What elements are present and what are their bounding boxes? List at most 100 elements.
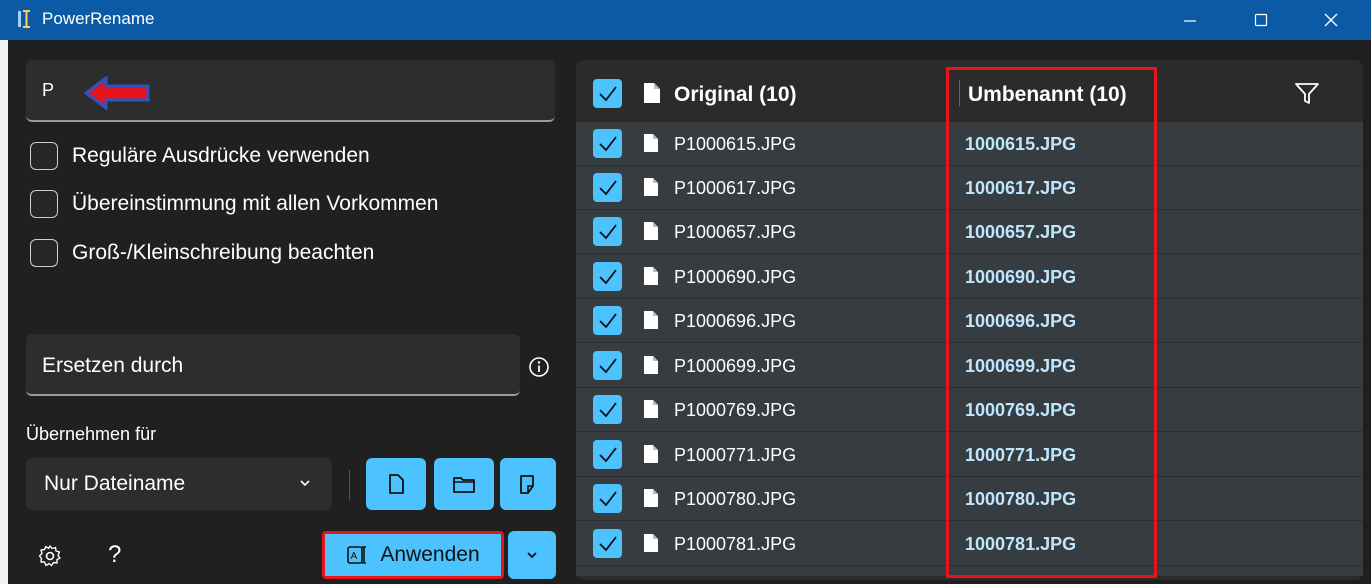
row-checkbox[interactable] <box>593 262 622 291</box>
checkmark-icon <box>598 223 617 239</box>
file-icon <box>644 356 658 374</box>
table-row[interactable]: P1000615.JPG 1000615.JPG <box>576 122 1363 166</box>
replace-input[interactable]: Ersetzen durch <box>26 334 520 396</box>
option-label: Übereinstimmung mit allen Vorkommen <box>72 192 439 215</box>
row-checkbox[interactable] <box>593 484 622 513</box>
header-original[interactable]: Original (10) <box>674 83 797 107</box>
renamed-filename: 1000781.JPG <box>965 534 1077 554</box>
row-checkbox[interactable] <box>593 173 622 202</box>
original-filename: P1000617.JPG <box>674 178 797 198</box>
renamed-filename: 1000617.JPG <box>965 178 1077 198</box>
row-checkbox[interactable] <box>593 217 622 246</box>
select-all-checkbox[interactable] <box>593 79 622 108</box>
chevron-down-icon <box>527 552 537 559</box>
minimize-button[interactable] <box>1155 0 1225 40</box>
checkmark-icon <box>598 357 617 373</box>
include-files-button[interactable] <box>366 458 426 510</box>
table-row[interactable]: P1000657.JPG 1000657.JPG <box>576 210 1363 254</box>
checkmark-icon <box>598 135 617 151</box>
title-bar: PowerRename <box>0 0 1371 40</box>
apply-button[interactable]: A Anwenden <box>322 531 504 579</box>
checkmark-icon <box>598 401 617 417</box>
file-icon <box>644 534 658 552</box>
file-icon <box>644 400 658 418</box>
header-renamed[interactable]: Umbenannt (10) <box>968 83 1127 107</box>
info-icon[interactable] <box>528 356 550 378</box>
maximize-button[interactable] <box>1226 0 1296 40</box>
close-icon <box>1324 13 1338 27</box>
table-row[interactable]: P1000699.JPG 1000699.JPG <box>576 344 1363 388</box>
original-filename: P1000615.JPG <box>674 134 797 154</box>
original-filename: P1000769.JPG <box>674 400 797 420</box>
svg-text:A: A <box>351 551 358 562</box>
file-icon <box>644 489 658 507</box>
renamed-filename: 1000769.JPG <box>965 400 1077 420</box>
file-icon <box>644 83 660 103</box>
red-arrow-annotation <box>84 76 150 110</box>
file-icon <box>644 267 658 285</box>
row-checkbox[interactable] <box>593 395 622 424</box>
subfolder-icon <box>520 475 534 494</box>
background-window-edge <box>0 40 8 584</box>
original-filename: P1000696.JPG <box>674 311 797 331</box>
include-folders-button[interactable] <box>434 458 494 510</box>
row-checkbox[interactable] <box>593 440 622 469</box>
checkmark-icon <box>598 179 617 195</box>
table-row[interactable]: P1000617.JPG 1000617.JPG <box>576 166 1363 210</box>
rename-icon: A <box>347 546 367 564</box>
regex-checkbox[interactable] <box>30 142 58 170</box>
renamed-filename: 1000657.JPG <box>965 222 1077 242</box>
renamed-filename: 1000780.JPG <box>965 489 1077 509</box>
option-label: Reguläre Ausdrücke verwenden <box>72 144 370 167</box>
close-button[interactable] <box>1296 0 1366 40</box>
table-row[interactable]: P1000780.JPG 1000780.JPG <box>576 477 1363 521</box>
row-checkbox[interactable] <box>593 351 622 380</box>
checkmark-icon <box>598 312 617 328</box>
table-row[interactable]: P1000696.JPG 1000696.JPG <box>576 299 1363 343</box>
app-icon <box>18 10 30 28</box>
original-filename: P1000780.JPG <box>674 489 797 509</box>
table-row[interactable]: P1000769.JPG 1000769.JPG <box>576 388 1363 432</box>
dropdown-selected: Nur Dateiname <box>44 472 186 495</box>
option-regex[interactable]: Reguläre Ausdrücke verwenden <box>30 139 370 173</box>
option-label: Groß-/Kleinschreibung beachten <box>72 241 375 264</box>
case-sensitive-checkbox[interactable] <box>30 239 58 267</box>
checkmark-icon <box>598 535 617 551</box>
replace-input-placeholder: Ersetzen durch <box>42 354 184 377</box>
row-checkbox[interactable] <box>593 129 622 158</box>
apply-for-label: Übernehmen für <box>26 424 157 444</box>
apply-options-button[interactable] <box>508 531 556 579</box>
original-filename: P1000690.JPG <box>674 267 797 287</box>
folder-icon <box>453 477 475 493</box>
renamed-filename: 1000615.JPG <box>965 134 1077 154</box>
option-match-all[interactable]: Übereinstimmung mit allen Vorkommen <box>30 187 438 221</box>
settings-gear-icon[interactable] <box>38 544 62 568</box>
original-filename: P1000781.JPG <box>674 534 797 554</box>
renamed-filename: 1000699.JPG <box>965 356 1077 376</box>
row-checkbox[interactable] <box>593 529 622 558</box>
minimize-icon <box>1184 20 1196 22</box>
table-row[interactable]: P1000781.JPG 1000781.JPG <box>576 522 1363 566</box>
chevron-down-icon <box>300 480 310 487</box>
help-icon[interactable]: ? <box>108 541 121 569</box>
table-row[interactable]: P1000690.JPG 1000690.JPG <box>576 255 1363 299</box>
include-subfolders-button[interactable] <box>500 458 556 510</box>
file-icon <box>389 474 404 494</box>
match-all-checkbox[interactable] <box>30 190 58 218</box>
renamed-filename: 1000690.JPG <box>965 267 1077 287</box>
search-input-value: P <box>42 80 55 100</box>
table-row[interactable]: P1000771.JPG 1000771.JPG <box>576 433 1363 477</box>
original-filename: P1000771.JPG <box>674 445 797 465</box>
checkmark-icon <box>598 490 617 506</box>
original-filename: P1000657.JPG <box>674 222 797 242</box>
renamed-filename: 1000771.JPG <box>965 445 1077 465</box>
row-checkbox[interactable] <box>593 306 622 335</box>
checkmark-icon <box>598 446 617 462</box>
option-case-sensitive[interactable]: Groß-/Kleinschreibung beachten <box>30 236 374 270</box>
window-title: PowerRename <box>42 9 155 28</box>
apply-for-dropdown[interactable]: Nur Dateiname <box>26 458 332 510</box>
filter-icon[interactable] <box>1294 82 1320 106</box>
checkmark-icon <box>598 85 617 101</box>
file-icon <box>644 134 658 152</box>
apply-button-label: Anwenden <box>380 543 480 566</box>
